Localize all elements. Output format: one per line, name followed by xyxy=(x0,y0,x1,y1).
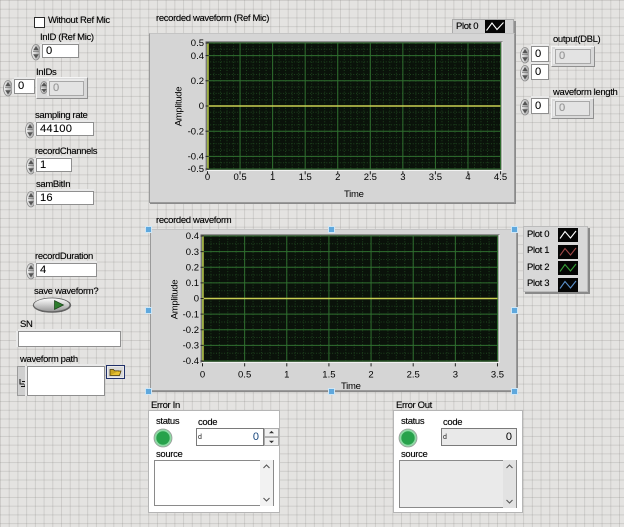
svg-text:-0.2: -0.2 xyxy=(183,325,199,336)
svg-text:0.1: 0.1 xyxy=(186,278,199,289)
svg-text:3: 3 xyxy=(453,370,458,381)
svg-text:0.3: 0.3 xyxy=(186,247,199,258)
svg-text:2.5: 2.5 xyxy=(407,370,420,381)
svg-text:1.5: 1.5 xyxy=(322,370,335,381)
svg-text:0.2: 0.2 xyxy=(186,262,199,273)
svg-text:-0.3: -0.3 xyxy=(183,341,199,352)
svg-text:0.4: 0.4 xyxy=(186,231,199,242)
svg-text:0: 0 xyxy=(200,370,205,381)
svg-text:0: 0 xyxy=(194,294,199,305)
svg-text:-0.4: -0.4 xyxy=(183,356,199,367)
svg-text:3.5: 3.5 xyxy=(491,370,504,381)
svg-text:2: 2 xyxy=(368,370,373,381)
svg-text:-0.1: -0.1 xyxy=(183,309,199,320)
svg-text:1: 1 xyxy=(284,370,289,381)
svg-text:0.5: 0.5 xyxy=(238,370,251,381)
